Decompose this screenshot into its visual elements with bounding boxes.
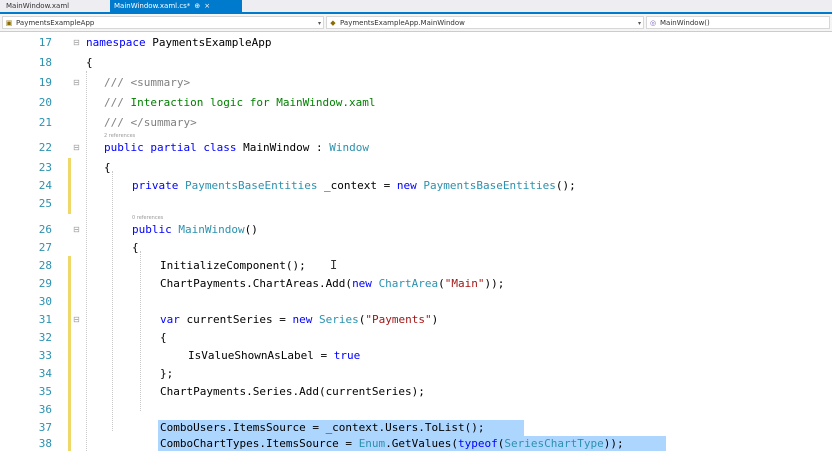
change-marker: [68, 176, 71, 196]
member-name: MainWindow(): [660, 19, 710, 27]
tab-mainwindow-xaml[interactable]: MainWindow.xaml: [2, 0, 108, 12]
chevron-down-icon: ▾: [317, 20, 321, 27]
change-marker: [68, 400, 71, 420]
pin-icon[interactable]: ⊕: [194, 2, 200, 10]
change-marker: [68, 382, 71, 402]
collapse-icon[interactable]: ⊟: [73, 220, 83, 240]
chevron-down-icon: ▾: [637, 20, 641, 27]
code-line-29: 29 ChartPayments.ChartAreas.Add(new Char…: [0, 274, 832, 294]
line-number: 25: [38, 197, 52, 210]
code-text: /// Interaction logic for MainWindow.xam…: [104, 96, 376, 109]
code-text: /// </summary>: [104, 116, 197, 129]
line-number: 34: [38, 367, 52, 380]
code-line-23: 23 {: [0, 158, 832, 178]
line-number: 26: [38, 223, 52, 236]
code-text: InitializeComponent();: [160, 259, 306, 272]
code-text: {: [86, 56, 93, 69]
code-line-22: 22 ⊟ public partial class MainWindow : W…: [0, 138, 832, 158]
change-marker: [68, 158, 71, 178]
member-dropdown[interactable]: ◎ MainWindow(): [646, 16, 830, 29]
text-cursor-icon: I: [330, 258, 338, 272]
code-line-17: 17 ⊟ namespace PaymentsExampleApp: [0, 33, 832, 53]
tab-label: MainWindow.xaml.cs*: [114, 2, 191, 10]
code-text: };: [160, 367, 174, 380]
tab-label: MainWindow.xaml: [6, 2, 70, 10]
code-line-30: 30: [0, 292, 832, 312]
line-number: 33: [38, 349, 52, 362]
code-text: /// <summary>: [104, 76, 191, 89]
line-number: 18: [38, 56, 52, 69]
class-icon: ◆: [330, 19, 336, 27]
code-line-24: 24 private PaymentsBaseEntities _context…: [0, 176, 832, 196]
code-line-20: 20 /// Interaction logic for MainWindow.…: [0, 93, 832, 113]
code-line-37: 37 ComboUsers.ItemsSource = _context.Use…: [0, 418, 832, 438]
line-number: 23: [38, 161, 52, 174]
code-line-34: 34 };: [0, 364, 832, 384]
line-number: 28: [38, 259, 52, 272]
code-line-21: 21 /// </summary>: [0, 113, 832, 133]
line-number: 17: [38, 36, 52, 49]
document-tab-bar: MainWindow.xaml MainWindow.xaml.cs* ⊕ ×: [0, 0, 832, 14]
collapse-icon[interactable]: ⊟: [73, 33, 83, 53]
change-marker: [68, 256, 71, 276]
project-dropdown[interactable]: ▣ PaymentsExampleApp ▾: [2, 16, 324, 29]
code-line-33: 33 IsValueShownAsLabel = true: [0, 346, 832, 366]
navigation-bar: ▣ PaymentsExampleApp ▾ ◆ PaymentsExampleApp…: [0, 14, 832, 32]
code-text: {: [132, 241, 139, 254]
line-number: 20: [38, 96, 52, 109]
class-name: PaymentsExampleApp.MainWindow: [340, 19, 465, 27]
code-text: ChartPayments.ChartAreas.Add(new ChartAr…: [160, 277, 505, 290]
code-line-35: 35 ChartPayments.Series.Add(currentSerie…: [0, 382, 832, 402]
code-line-19: 19 ⊟ /// <summary>: [0, 73, 832, 93]
code-line-28: 28 InitializeComponent(); I: [0, 256, 832, 276]
line-number: 35: [38, 385, 52, 398]
collapse-icon[interactable]: ⊟: [73, 310, 83, 330]
change-marker: [68, 310, 71, 330]
code-text: ComboUsers.ItemsSource = _context.Users.…: [160, 421, 485, 434]
project-name: PaymentsExampleApp: [16, 19, 95, 27]
csharp-project-icon: ▣: [5, 19, 13, 27]
method-icon: ◎: [649, 19, 657, 27]
change-marker: [68, 328, 71, 348]
code-text: IsValueShownAsLabel = true: [188, 349, 361, 362]
line-number: 36: [38, 403, 52, 416]
class-dropdown[interactable]: ◆ PaymentsExampleApp.MainWindow ▾: [326, 16, 644, 29]
line-number: 29: [38, 277, 52, 290]
code-line-32: 32 {: [0, 328, 832, 348]
line-number: 32: [38, 331, 52, 344]
code-text: {: [160, 331, 167, 344]
line-number: 24: [38, 179, 52, 192]
line-number: 19: [38, 76, 52, 89]
code-text: namespace PaymentsExampleApp: [86, 36, 272, 49]
change-marker: [68, 194, 71, 214]
tab-mainwindow-xaml-cs[interactable]: MainWindow.xaml.cs* ⊕ ×: [110, 0, 242, 12]
code-editor[interactable]: 17 ⊟ namespace PaymentsExampleApp 18 { 1…: [0, 33, 832, 451]
code-text: public partial class MainWindow : Window: [104, 141, 369, 154]
change-marker: [68, 364, 71, 384]
code-line-31: 31 ⊟ var currentSeries = new Series("Pay…: [0, 310, 832, 330]
line-number: 21: [38, 116, 52, 129]
change-marker: [68, 346, 71, 366]
code-line-27: 27 {: [0, 238, 832, 258]
line-number: 22: [38, 141, 52, 154]
code-text: public MainWindow(): [132, 223, 258, 236]
change-marker: [68, 274, 71, 294]
close-icon[interactable]: ×: [204, 2, 210, 10]
line-number: 37: [38, 421, 52, 434]
change-marker: [68, 418, 71, 438]
code-line-26: 26 ⊟ public MainWindow(): [0, 220, 832, 240]
collapse-icon[interactable]: ⊟: [73, 73, 83, 93]
code-text: private PaymentsBaseEntities _context = …: [132, 179, 576, 192]
code-text: var currentSeries = new Series("Payments…: [160, 313, 439, 326]
code-text: {: [104, 161, 111, 174]
code-line-25: 25: [0, 194, 832, 214]
line-number: 30: [38, 295, 52, 308]
collapse-icon[interactable]: ⊟: [73, 138, 83, 158]
code-line-36: 36: [0, 400, 832, 420]
line-number: 27: [38, 241, 52, 254]
change-marker: [68, 292, 71, 312]
code-text: ChartPayments.Series.Add(currentSeries);: [160, 385, 425, 398]
line-number: 31: [38, 313, 52, 326]
code-line-18: 18 {: [0, 53, 832, 73]
